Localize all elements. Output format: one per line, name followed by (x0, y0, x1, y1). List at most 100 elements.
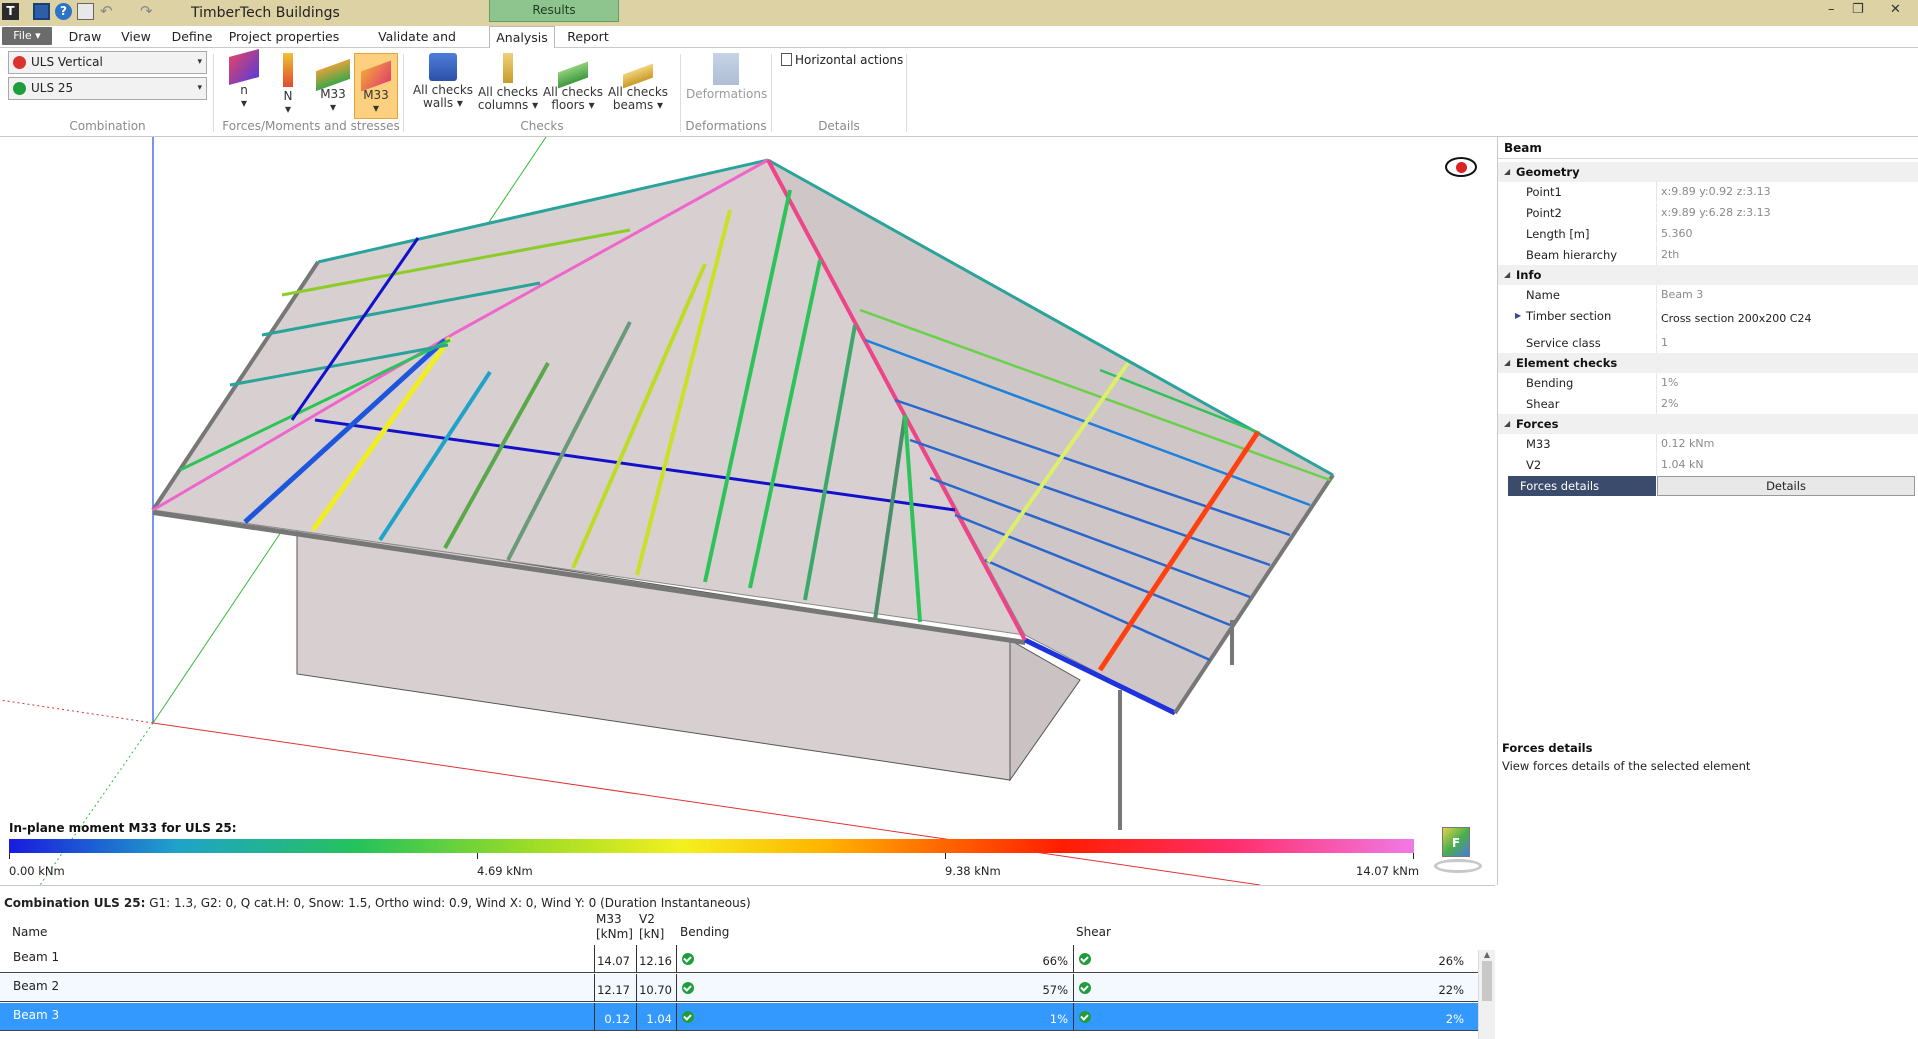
m33-button[interactable]: M33 ▾ (312, 53, 354, 115)
legend-q1: 4.69 kNm (477, 864, 533, 878)
scroll-up-icon[interactable]: ▲ (1479, 950, 1495, 959)
all-checks-beams-button[interactable]: All checks beams ▾ (607, 53, 669, 119)
ribbon-tabs: File ▾ Draw View Define Project properti… (0, 26, 1918, 66)
legend-title: In-plane moment M33 for ULS 25: (9, 821, 237, 835)
minimize-icon[interactable]: – (1828, 2, 1835, 17)
prop-shear: Shear 2% (1498, 394, 1918, 414)
view-cube-icon[interactable]: F (1428, 827, 1482, 873)
col-header-shear[interactable]: Shear (1076, 925, 1111, 939)
m33-stress-button[interactable]: M33 ▾ (354, 53, 398, 119)
row-m33: 14.07 (597, 954, 630, 968)
building-model[interactable] (0, 137, 1495, 885)
combination-value: ULS 25 (31, 81, 74, 95)
redo-icon[interactable]: ↷ (140, 3, 157, 20)
category-geometry[interactable]: ◢ Geometry (1498, 162, 1918, 182)
results-scrollbar[interactable]: ▲ (1478, 950, 1495, 1039)
row-v2: 1.04 (646, 1012, 672, 1026)
tab-report[interactable]: Report (564, 26, 612, 48)
combination-select[interactable]: ULS 25 ▾ (8, 77, 207, 100)
horizontal-actions-button[interactable]: Horizontal actions (781, 53, 903, 67)
combination-type-select[interactable]: ULS Vertical ▾ (8, 51, 207, 74)
expand-icon[interactable]: ▶ (1515, 311, 1521, 320)
ribbon: ULS Vertical ▾ ULS 25 ▾ Combination n ▾ N… (0, 48, 1918, 137)
deformations-button[interactable]: Deformations (686, 53, 767, 115)
save-icon[interactable] (33, 3, 50, 20)
collapse-icon[interactable]: ◢ (1504, 270, 1510, 279)
row-v2: 12.16 (639, 954, 672, 968)
all-checks-columns-label2: columns ▾ (477, 98, 539, 112)
deformations-icon (713, 53, 739, 85)
legend-max: 14.07 kNm (1356, 864, 1420, 878)
horizontal-actions-label: Horizontal actions (795, 53, 904, 67)
details-button[interactable]: Details (1657, 476, 1915, 496)
column-check-icon (503, 53, 513, 83)
n-button[interactable]: n ▾ (224, 48, 264, 115)
group-divider (771, 54, 772, 132)
col-header-v2[interactable]: V2 (639, 912, 655, 926)
chevron-down-icon: ▾ (197, 83, 202, 93)
visibility-toggle-icon[interactable] (1445, 157, 1477, 177)
tab-validate[interactable]: Validate and Calculate (350, 26, 484, 66)
category-geometry-label: Geometry (1516, 165, 1580, 179)
prop-service-label: Service class (1526, 336, 1601, 350)
collapse-icon[interactable]: ◢ (1504, 419, 1510, 428)
prop-section[interactable]: ▶ Timber section Cross section 200x200 C24 (1498, 306, 1918, 332)
category-element-checks[interactable]: ◢ Element checks (1498, 353, 1918, 373)
prop-length-label: Length [m] (1526, 227, 1590, 241)
group-divider (680, 54, 681, 132)
n-diagram-icon (229, 48, 259, 86)
row-bending: 57% (1042, 983, 1068, 997)
restore-icon[interactable]: ❐ (1852, 2, 1864, 17)
prop-v2: V2 1.04 kN (1498, 455, 1918, 475)
tab-analysis[interactable]: Analysis (489, 26, 555, 49)
group-divider (403, 54, 404, 132)
category-forces[interactable]: ◢ Forces (1498, 414, 1918, 434)
category-forces-label: Forces (1516, 417, 1559, 431)
undo-icon[interactable]: ↶ (100, 3, 117, 20)
legend-min: 0.00 kNm (9, 864, 65, 878)
scroll-thumb[interactable] (1482, 961, 1492, 1001)
tab-draw[interactable]: Draw (62, 26, 108, 48)
table-row-selected[interactable]: Beam 3 0.12 1.04 1% 2% (0, 1003, 1478, 1031)
check-ok-icon (682, 982, 694, 994)
prop-name: Name Beam 3 (1498, 285, 1918, 305)
table-row[interactable]: Beam 2 12.17 10.70 57% 22% (0, 974, 1478, 1002)
n-label: n (240, 83, 248, 97)
tab-view[interactable]: View (116, 26, 156, 48)
prop-service-class: Service class 1 (1498, 333, 1918, 353)
help-icon[interactable]: ? (55, 3, 72, 20)
col-header-m33-unit: [kNm] (596, 927, 633, 941)
tab-file[interactable]: File ▾ (2, 27, 52, 45)
col-header-m33[interactable]: M33 (596, 912, 622, 926)
col-header-v2-unit: [kN] (639, 927, 665, 941)
N-label: N (283, 89, 293, 103)
tab-define[interactable]: Define (166, 26, 218, 48)
tab-project-properties[interactable]: Project properties (228, 26, 340, 48)
prop-hierarchy: Beam hierarchy 2th (1498, 245, 1918, 265)
N-button[interactable]: N ▾ (268, 53, 308, 116)
col-header-bending[interactable]: Bending (680, 925, 729, 939)
export-icon[interactable] (77, 3, 94, 20)
all-checks-walls-button[interactable]: All checks walls ▾ (412, 53, 474, 119)
all-checks-floors-label2: floors ▾ (551, 98, 595, 112)
collapse-icon[interactable]: ◢ (1504, 167, 1510, 176)
col-header-name[interactable]: Name (12, 925, 47, 939)
all-checks-floors-button[interactable]: All checks floors ▾ (542, 53, 604, 119)
legend-q2: 9.38 kNm (945, 864, 1001, 878)
prop-service-value: 1 (1661, 336, 1668, 349)
all-checks-walls-label1: All checks (412, 83, 474, 97)
prop-point2: Point2 x:9.89 y:6.28 z:3.13 (1498, 203, 1918, 223)
close-icon[interactable]: ✕ (1890, 2, 1901, 17)
m33-label: M33 (320, 87, 346, 101)
all-checks-columns-button[interactable]: All checks columns ▾ (477, 53, 539, 119)
legend-tick (945, 853, 946, 859)
prop-bending-value: 1% (1661, 376, 1679, 389)
category-info[interactable]: ◢ Info (1498, 265, 1918, 285)
collapse-icon[interactable]: ◢ (1504, 358, 1510, 367)
table-row[interactable]: Beam 1 14.07 12.16 66% 26% (0, 945, 1478, 973)
row-bending: 1% (1049, 1012, 1068, 1026)
prop-m33: M33 0.12 kNm (1498, 434, 1918, 454)
app-icon[interactable]: T (2, 3, 19, 20)
prop-section-value[interactable]: Cross section 200x200 C24 (1661, 312, 1811, 325)
3d-viewport[interactable]: F (0, 137, 1495, 885)
